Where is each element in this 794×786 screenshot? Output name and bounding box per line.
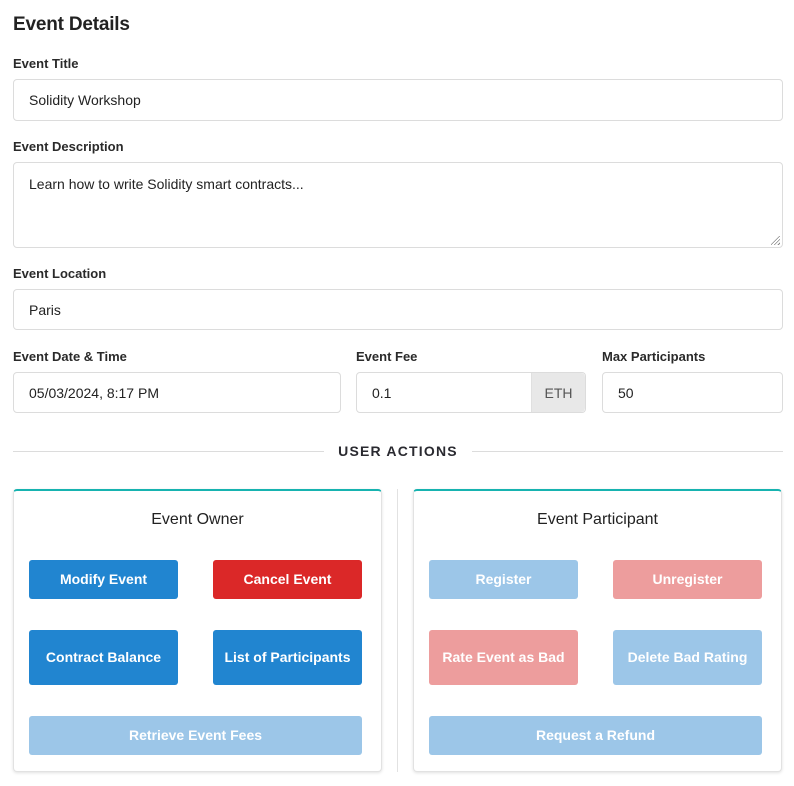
cancel-event-button[interactable]: Cancel Event bbox=[213, 560, 362, 599]
rate-event-bad-button[interactable]: Rate Event as Bad bbox=[429, 630, 578, 685]
event-datetime-label: Event Date & Time bbox=[13, 349, 127, 364]
event-title-label: Event Title bbox=[13, 56, 79, 71]
event-fee-input[interactable]: 0.1 ETH bbox=[356, 372, 586, 413]
event-title-value: Solidity Workshop bbox=[29, 92, 141, 108]
event-description-value: Learn how to write Solidity smart contra… bbox=[29, 176, 304, 192]
user-actions-divider-label: USER ACTIONS bbox=[338, 443, 458, 459]
event-location-value: Paris bbox=[29, 301, 61, 318]
retrieve-event-fees-button[interactable]: Retrieve Event Fees bbox=[29, 716, 362, 755]
unregister-button[interactable]: Unregister bbox=[613, 560, 762, 599]
divider-line-right bbox=[472, 451, 783, 452]
resize-handle-icon[interactable] bbox=[771, 236, 780, 245]
list-of-participants-button[interactable]: List of Participants bbox=[213, 630, 362, 685]
event-fee-value: 0.1 bbox=[372, 384, 392, 401]
modify-event-button[interactable]: Modify Event bbox=[29, 560, 178, 599]
event-owner-title: Event Owner bbox=[151, 511, 244, 528]
delete-bad-rating-button[interactable]: Delete Bad Rating bbox=[613, 630, 762, 685]
page-title: Event Details bbox=[13, 14, 130, 35]
event-location-label: Event Location bbox=[13, 266, 107, 281]
max-participants-input[interactable]: 50 bbox=[602, 372, 783, 413]
event-owner-panel: Event Owner Modify Event Cancel Event Co… bbox=[13, 489, 382, 772]
contract-balance-button[interactable]: Contract Balance bbox=[29, 630, 178, 685]
eth-unit-addon: ETH bbox=[531, 373, 585, 412]
request-refund-button[interactable]: Request a Refund bbox=[429, 716, 762, 755]
max-participants-value: 50 bbox=[618, 384, 634, 401]
divider-line-left bbox=[13, 451, 324, 452]
event-description-textarea[interactable]: Learn how to write Solidity smart contra… bbox=[13, 162, 783, 248]
panel-separator bbox=[397, 489, 398, 772]
event-participant-title: Event Participant bbox=[537, 511, 658, 528]
event-datetime-value: 05/03/2024, 8:17 PM bbox=[29, 384, 159, 401]
register-button[interactable]: Register bbox=[429, 560, 578, 599]
event-description-label: Event Description bbox=[13, 139, 124, 154]
event-location-input[interactable]: Paris bbox=[13, 289, 783, 330]
max-participants-label: Max Participants bbox=[602, 349, 706, 364]
event-datetime-input[interactable]: 05/03/2024, 8:17 PM bbox=[13, 372, 341, 413]
event-title-input[interactable]: Solidity Workshop bbox=[13, 79, 783, 121]
event-participant-panel: Event Participant Register Unregister Ra… bbox=[413, 489, 782, 772]
event-fee-label: Event Fee bbox=[356, 349, 418, 364]
